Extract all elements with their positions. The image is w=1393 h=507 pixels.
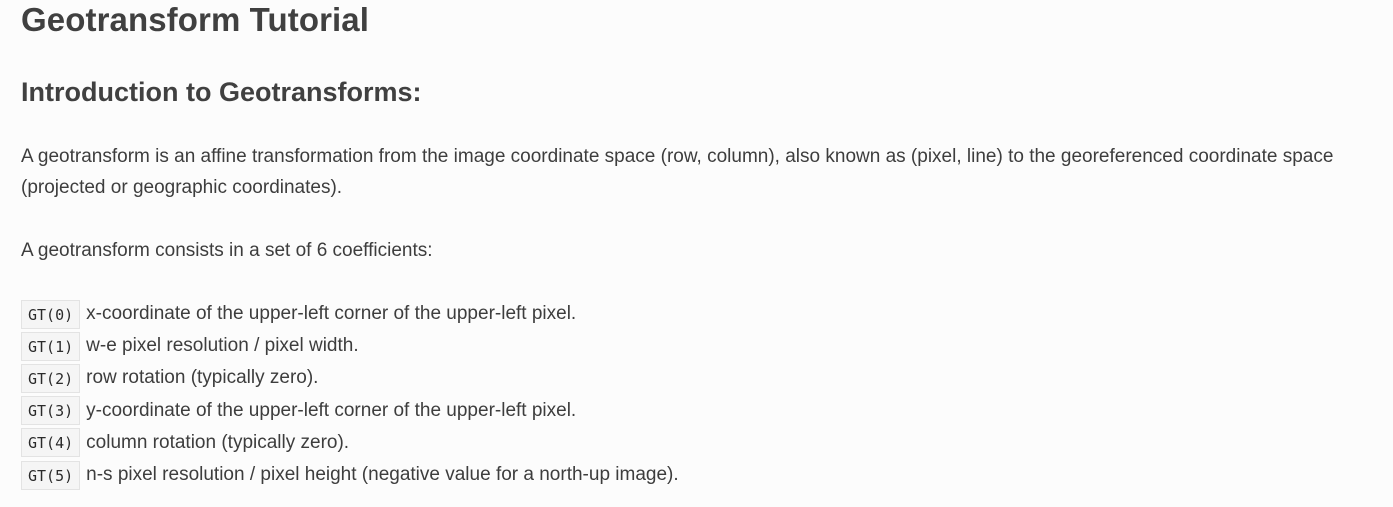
coefficient-description: n-s pixel resolution / pixel height (neg… [86, 464, 679, 486]
coefficient-item: GT(3) y-coordinate of the upper-left cor… [21, 395, 679, 427]
coefficient-count-paragraph: A geotransform consists in a set of 6 co… [21, 240, 433, 261]
coefficient-code: GT(3) [21, 396, 81, 426]
coefficient-item: GT(1) w-e pixel resolution / pixel width… [21, 330, 679, 362]
coefficient-description: y-coordinate of the upper-left corner of… [86, 399, 577, 421]
document-page: Geotransform Tutorial Introduction to Ge… [0, 0, 1393, 507]
coefficient-code: GT(2) [21, 363, 81, 393]
intro-paragraph: A geotransform is an affine transformati… [21, 146, 1334, 198]
coefficient-description: column rotation (typically zero). [86, 431, 350, 453]
coefficient-code: GT(5) [21, 460, 81, 490]
coefficient-description: w-e pixel resolution / pixel width. [86, 335, 359, 357]
coefficient-item: GT(0) x-coordinate of the upper-left cor… [21, 298, 679, 330]
coefficient-item: GT(5) n-s pixel resolution / pixel heigh… [21, 459, 679, 491]
page-title: Geotransform Tutorial [21, 1, 370, 38]
coefficient-list: GT(0) x-coordinate of the upper-left cor… [21, 298, 679, 491]
coefficient-code: GT(4) [21, 428, 81, 458]
coefficient-code: GT(0) [21, 299, 81, 329]
coefficient-description: x-coordinate of the upper-left corner of… [86, 303, 577, 325]
section-title: Introduction to Geotransforms: [21, 77, 422, 107]
coefficient-code: GT(1) [21, 331, 81, 361]
coefficient-item: GT(4) column rotation (typically zero). [21, 427, 679, 459]
coefficient-description: row rotation (typically zero). [86, 367, 319, 389]
coefficient-item: GT(2) row rotation (typically zero). [21, 362, 679, 394]
